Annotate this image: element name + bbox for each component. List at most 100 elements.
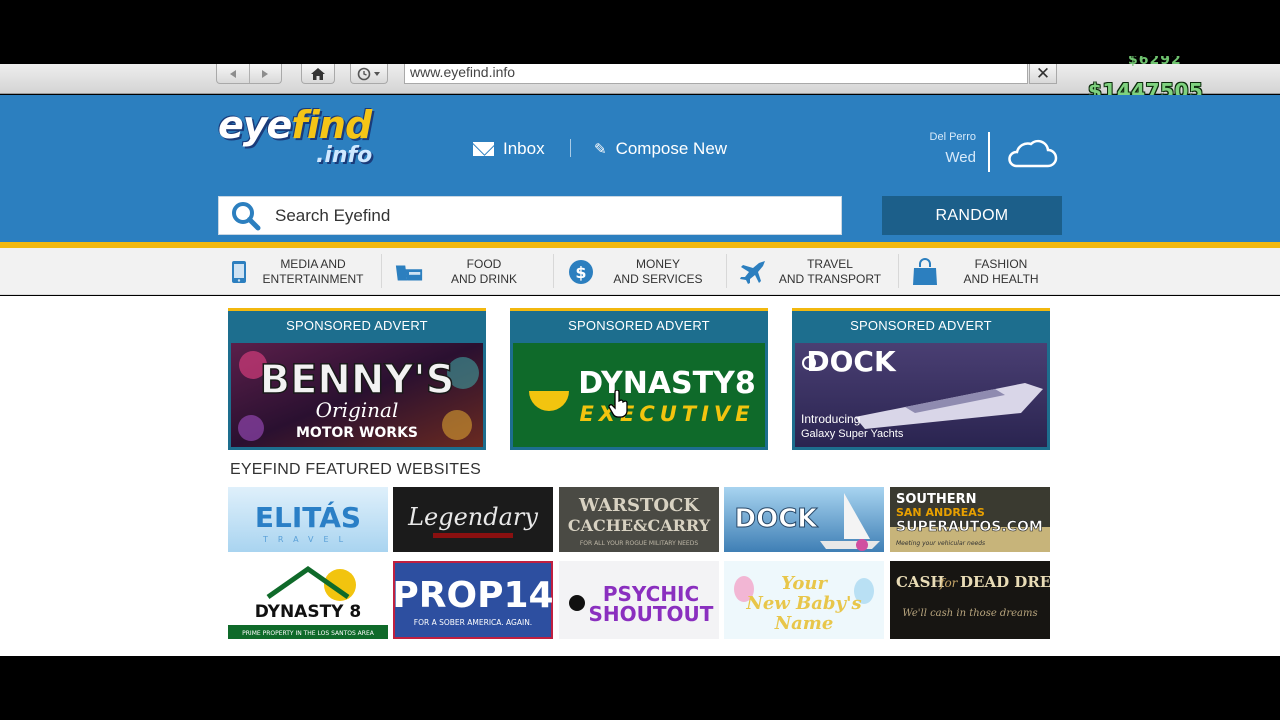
site-tile-prop14[interactable]: PROP14 FOR A SOBER AMERICA. AGAIN. (393, 561, 553, 639)
tile-title: DOCK (735, 504, 819, 534)
category-divider (898, 254, 899, 288)
category-fashion[interactable]: FASHION AND HEALTH (910, 248, 1062, 295)
psychic-eye-icon (569, 595, 585, 611)
letterbox-bottom (0, 656, 1280, 720)
site-tile-your-new-babys-name[interactable]: Your New Baby's Name (724, 561, 884, 639)
advert-label: SPONSORED ADVERT (850, 318, 992, 333)
logo-find-text: find (291, 103, 372, 147)
bennys-advert-image: BENNY'S Original MOTOR WORKS (231, 343, 483, 447)
tile-title: Legendary (407, 503, 538, 531)
game-screen: www.eyefind.info ✕ $6292 $1447505 eyefin… (0, 0, 1280, 720)
tile-tagline-2: We'll cash in those dreams (902, 608, 1037, 619)
main-content: SPONSORED ADVERT BENNY'S Original MOTOR … (0, 296, 1280, 656)
history-button[interactable] (350, 64, 388, 84)
pencil-icon: ✎ (594, 141, 607, 158)
plane-icon (740, 260, 765, 284)
featured-websites-title: EYEFIND FEATURED WEBSITES (230, 461, 481, 478)
advert-subtitle: EXECUTIVE (579, 402, 754, 426)
compose-label: Compose New (615, 139, 728, 158)
advert-label: SPONSORED ADVERT (568, 318, 710, 333)
tile-tagline: DEAD DREAMS (960, 573, 1050, 591)
site-header: eyefind .info Inbox ✎ Compose New Del Pe… (0, 95, 1280, 242)
category-label-line2: ENTERTAINMENT (262, 271, 364, 286)
sponsored-advert-dynasty8[interactable]: SPONSORED ADVERT DYNASTY8 EXECUTIVE (510, 308, 768, 450)
category-food[interactable]: FOOD AND DRINK (394, 248, 544, 295)
back-arrow-icon (229, 69, 236, 78)
hud-money-previous: $6292 (1128, 56, 1182, 66)
category-label-line2: AND HEALTH (963, 271, 1039, 286)
tile-tagline: SUPERAUTOS.COM (896, 519, 1043, 535)
site-tile-dock[interactable]: DOCK (724, 487, 884, 552)
tile-subtitle: CACHE&CARRY (568, 516, 711, 535)
site-tile-psychic-shoutout[interactable]: PSYCHIC SHOUTOUT (559, 561, 719, 639)
advert-tagline: MOTOR WORKS (296, 425, 418, 441)
logo-eye-text: eye (218, 103, 292, 147)
tile-tagline: FOR ALL YOUR ROGUE MILITARY NEEDS (580, 540, 699, 547)
location-info: Del Perro Wed (890, 131, 976, 166)
site-tile-southern-sa-superautos[interactable]: SOUTHERN SAN ANDREAS SUPERAUTOS.COM Meet… (890, 487, 1050, 552)
category-label-line2: AND SERVICES (613, 271, 703, 286)
logo-info-text: .info (316, 143, 373, 168)
tile-tagline: Name (774, 613, 834, 634)
tile-subtitle: SAN ANDREAS (896, 506, 985, 519)
site-tile-elitas[interactable]: ELITÁS TRAVEL (228, 487, 388, 552)
dock-advert-image: DOCK Introducing Galaxy Super Yachts (795, 343, 1047, 447)
site-tile-legendary[interactable]: Legendary (393, 487, 553, 552)
category-label-line1: MEDIA AND (280, 256, 346, 271)
location-name: Del Perro (929, 131, 976, 143)
category-label-line2: AND DRINK (450, 271, 517, 286)
sponsored-advert-bennys[interactable]: SPONSORED ADVERT BENNY'S Original MOTOR … (228, 308, 486, 450)
advert-label: SPONSORED ADVERT (286, 318, 428, 333)
tile-title: ELITÁS (255, 500, 361, 534)
compose-link[interactable]: ✎ Compose New (594, 139, 727, 159)
category-money[interactable]: $ MONEY AND SERVICES (566, 248, 720, 295)
category-label-line1: FASHION (974, 256, 1028, 271)
site-tile-dynasty8[interactable]: DYNASTY 8 PRIME PROPERTY IN THE LOS SANT… (228, 561, 388, 639)
advert-title: BENNY'S (260, 357, 455, 403)
random-button[interactable]: RANDOM (882, 196, 1062, 235)
address-bar[interactable]: www.eyefind.info (404, 64, 1028, 84)
category-label-line1: FOOD (466, 256, 502, 271)
advert-title: DOCK (806, 345, 897, 378)
tile-subtitle: for (939, 576, 959, 590)
search-icon[interactable] (231, 201, 261, 231)
history-clock-icon (357, 67, 371, 80)
tile-tagline-2: Meeting your vehicular needs (896, 540, 985, 547)
chevron-down-icon (374, 71, 380, 76)
tile-title: DYNASTY 8 (255, 602, 361, 622)
search-box (218, 196, 842, 235)
site-tile-cash-for-dead-dreams[interactable]: CASH for DEAD DREAMS We'll cash in those… (890, 561, 1050, 639)
cloud-icon (1008, 139, 1058, 168)
inbox-label: Inbox (503, 139, 545, 158)
site-tile-warstock[interactable]: WARSTOCK CACHE&CARRY FOR ALL YOUR ROGUE … (559, 487, 719, 552)
day-label: Wed (945, 149, 976, 166)
advert-subtitle: Introducing (801, 412, 860, 426)
home-button[interactable] (301, 64, 335, 84)
sponsored-advert-dock[interactable]: SPONSORED ADVERT DOCK Introducing Galaxy… (792, 308, 1050, 450)
category-label-line1: MONEY (635, 256, 680, 271)
tile-tagline: PRIME PROPERTY IN THE LOS SANTOS AREA (242, 630, 375, 637)
category-divider (381, 254, 382, 288)
category-media[interactable]: MEDIA AND ENTERTAINMENT (224, 248, 372, 295)
tile-title: CASH (896, 573, 945, 591)
advert-subtitle: Original (316, 398, 399, 422)
category-divider (553, 254, 554, 288)
shopping-bag-icon (913, 257, 937, 285)
tile-title: Your (781, 573, 828, 594)
category-divider (726, 254, 727, 288)
forward-button[interactable] (248, 64, 282, 83)
category-label-line2: AND TRANSPORT (778, 271, 882, 286)
back-button[interactable] (217, 64, 249, 83)
advert-tagline: Galaxy Super Yachts (801, 428, 904, 440)
close-button[interactable]: ✕ (1029, 64, 1057, 84)
nav-buttons (216, 64, 282, 84)
tile-tagline: FOR A SOBER AMERICA. AGAIN. (414, 618, 532, 627)
tile-title: SOUTHERN (896, 492, 977, 507)
phone-icon (232, 260, 246, 283)
inbox-link[interactable]: Inbox (473, 139, 545, 159)
advert-title: DYNASTY8 (578, 366, 755, 401)
tile-subtitle: TRAVEL (262, 535, 353, 544)
search-input[interactable] (275, 205, 815, 226)
dynasty8-advert-image: DYNASTY8 EXECUTIVE (513, 343, 765, 447)
category-travel[interactable]: TRAVEL AND TRANSPORT (738, 248, 892, 295)
